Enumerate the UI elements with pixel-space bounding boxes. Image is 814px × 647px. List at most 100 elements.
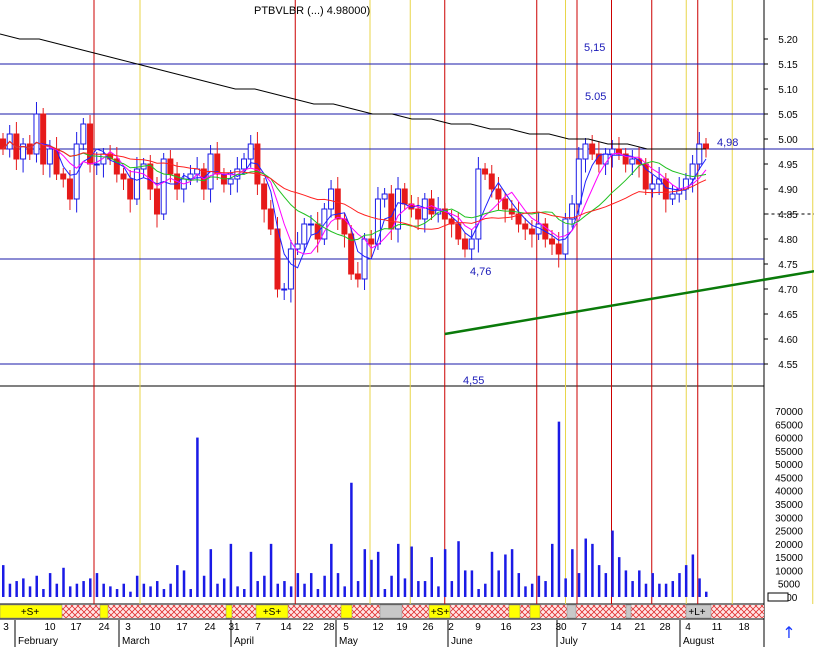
volume-bar xyxy=(289,586,293,597)
candle-body xyxy=(421,198,428,220)
x-month-label: June xyxy=(451,636,473,647)
volume-bar xyxy=(75,583,79,597)
volume-bar xyxy=(229,543,233,597)
x-day-label: 14 xyxy=(280,622,292,633)
x-month-label: August xyxy=(683,636,714,647)
volume-bar xyxy=(296,573,300,597)
candle-body xyxy=(261,183,268,210)
candle-body xyxy=(461,238,468,250)
scroll-thumb xyxy=(767,592,789,602)
candle-body xyxy=(522,223,529,230)
stock-chart: 5,15 5.05 4,98 4,76 4,55 PTBVLBR (...) 4.9800… xyxy=(0,0,814,647)
candle-body xyxy=(629,158,636,165)
x-day-label: 31 xyxy=(228,622,240,633)
x-day-label: 28 xyxy=(659,622,671,633)
chart-root: 5,15 5.05 4,98 4,76 4,55 PTBVLBR (...) 4.9800… xyxy=(0,0,814,647)
volume-bar xyxy=(95,573,99,597)
volume-bar xyxy=(537,575,541,597)
volume-bar xyxy=(189,589,192,597)
candle-body xyxy=(374,198,381,245)
volume-tick-label: 50000 xyxy=(775,460,803,471)
volume-tick-label: 60000 xyxy=(775,434,803,445)
candle-body xyxy=(381,193,388,200)
candle-body xyxy=(609,148,616,155)
volume-bar xyxy=(169,583,172,597)
volume-bar xyxy=(463,570,467,597)
price-tick-label: 5.00 xyxy=(778,135,798,146)
candle-body xyxy=(127,178,134,200)
x-day-label: 4 xyxy=(685,622,691,633)
x-day-label: 7 xyxy=(581,622,587,633)
volume-bar xyxy=(102,583,105,597)
scroll-up-arrow-icon[interactable]: ↑ xyxy=(780,624,798,642)
candle-body xyxy=(287,248,294,290)
signal-band-yellow xyxy=(508,604,521,619)
volume-bar xyxy=(517,573,521,597)
x-day-label: 9 xyxy=(475,622,481,633)
candle-body xyxy=(267,208,274,230)
volume-tick-label: 35000 xyxy=(775,500,803,511)
candle-body xyxy=(147,163,154,190)
candle-body xyxy=(66,178,73,200)
price-tick-label: 5.20 xyxy=(778,35,798,46)
x-day-label: 19 xyxy=(396,622,408,633)
volume-tick-label: 30000 xyxy=(775,513,803,524)
signal-band-hatch xyxy=(62,605,764,618)
volume-bar xyxy=(577,573,581,597)
price-tick-label: 4.95 xyxy=(778,160,798,171)
volume-bar xyxy=(678,573,681,597)
volume-tick-label: 25000 xyxy=(775,527,803,538)
signal-band-yellow xyxy=(99,604,109,619)
level-label-4-76: 4,76 xyxy=(470,266,491,278)
candle-body xyxy=(589,143,596,155)
volume-bar xyxy=(544,581,547,597)
volume-bar xyxy=(584,538,587,597)
x-day-label: 24 xyxy=(98,622,110,633)
price-tick-label: 5.15 xyxy=(778,60,798,71)
x-day-label: 24 xyxy=(204,622,216,633)
candle-body xyxy=(395,188,402,230)
volume-tick-label: 10000 xyxy=(775,566,803,577)
volume-bar xyxy=(644,583,648,597)
volume-bar xyxy=(176,565,179,597)
volume-bar xyxy=(243,589,246,597)
volume-bar xyxy=(350,482,353,597)
candle-body xyxy=(649,183,656,190)
volume-bar xyxy=(316,589,320,597)
volume-bar xyxy=(504,554,507,597)
candle-body xyxy=(307,223,314,226)
volume-bar xyxy=(430,557,433,597)
volume-bar xyxy=(122,583,126,597)
volume-bar xyxy=(269,543,273,597)
x-day-label: 17 xyxy=(70,622,82,633)
volume-bar xyxy=(276,583,280,597)
volume-bar xyxy=(423,581,427,597)
candle-body xyxy=(314,223,321,240)
volume-tick-label: 5000 xyxy=(778,580,801,591)
volume-bar xyxy=(684,565,688,597)
level-label-4-98: 4,98 xyxy=(717,137,738,149)
volume-bar xyxy=(443,549,447,597)
volume-tick-label: 45000 xyxy=(775,473,803,484)
x-day-label: 26 xyxy=(422,622,434,633)
candle-body xyxy=(274,228,281,290)
candle-body xyxy=(281,288,288,291)
price-tick-label: 5.10 xyxy=(778,85,798,96)
volume-tick-label: 20000 xyxy=(775,540,803,551)
volume-bar xyxy=(551,543,554,597)
candle-body xyxy=(482,168,489,175)
volume-tick-label: 55000 xyxy=(775,447,803,458)
volume-bar xyxy=(604,573,608,597)
volume-bar xyxy=(383,589,387,597)
volume-bar xyxy=(470,570,474,597)
price-tick-label: 5.05 xyxy=(778,110,798,121)
x-day-label: 5 xyxy=(343,622,349,633)
volume-bar xyxy=(490,551,494,597)
x-day-label: 22 xyxy=(302,622,314,633)
volume-bar xyxy=(2,565,5,597)
volume-bar xyxy=(68,586,72,597)
volume-bar xyxy=(89,578,92,597)
volume-bar xyxy=(698,578,701,597)
volume-bar xyxy=(705,591,708,597)
volume-bar xyxy=(437,586,440,597)
